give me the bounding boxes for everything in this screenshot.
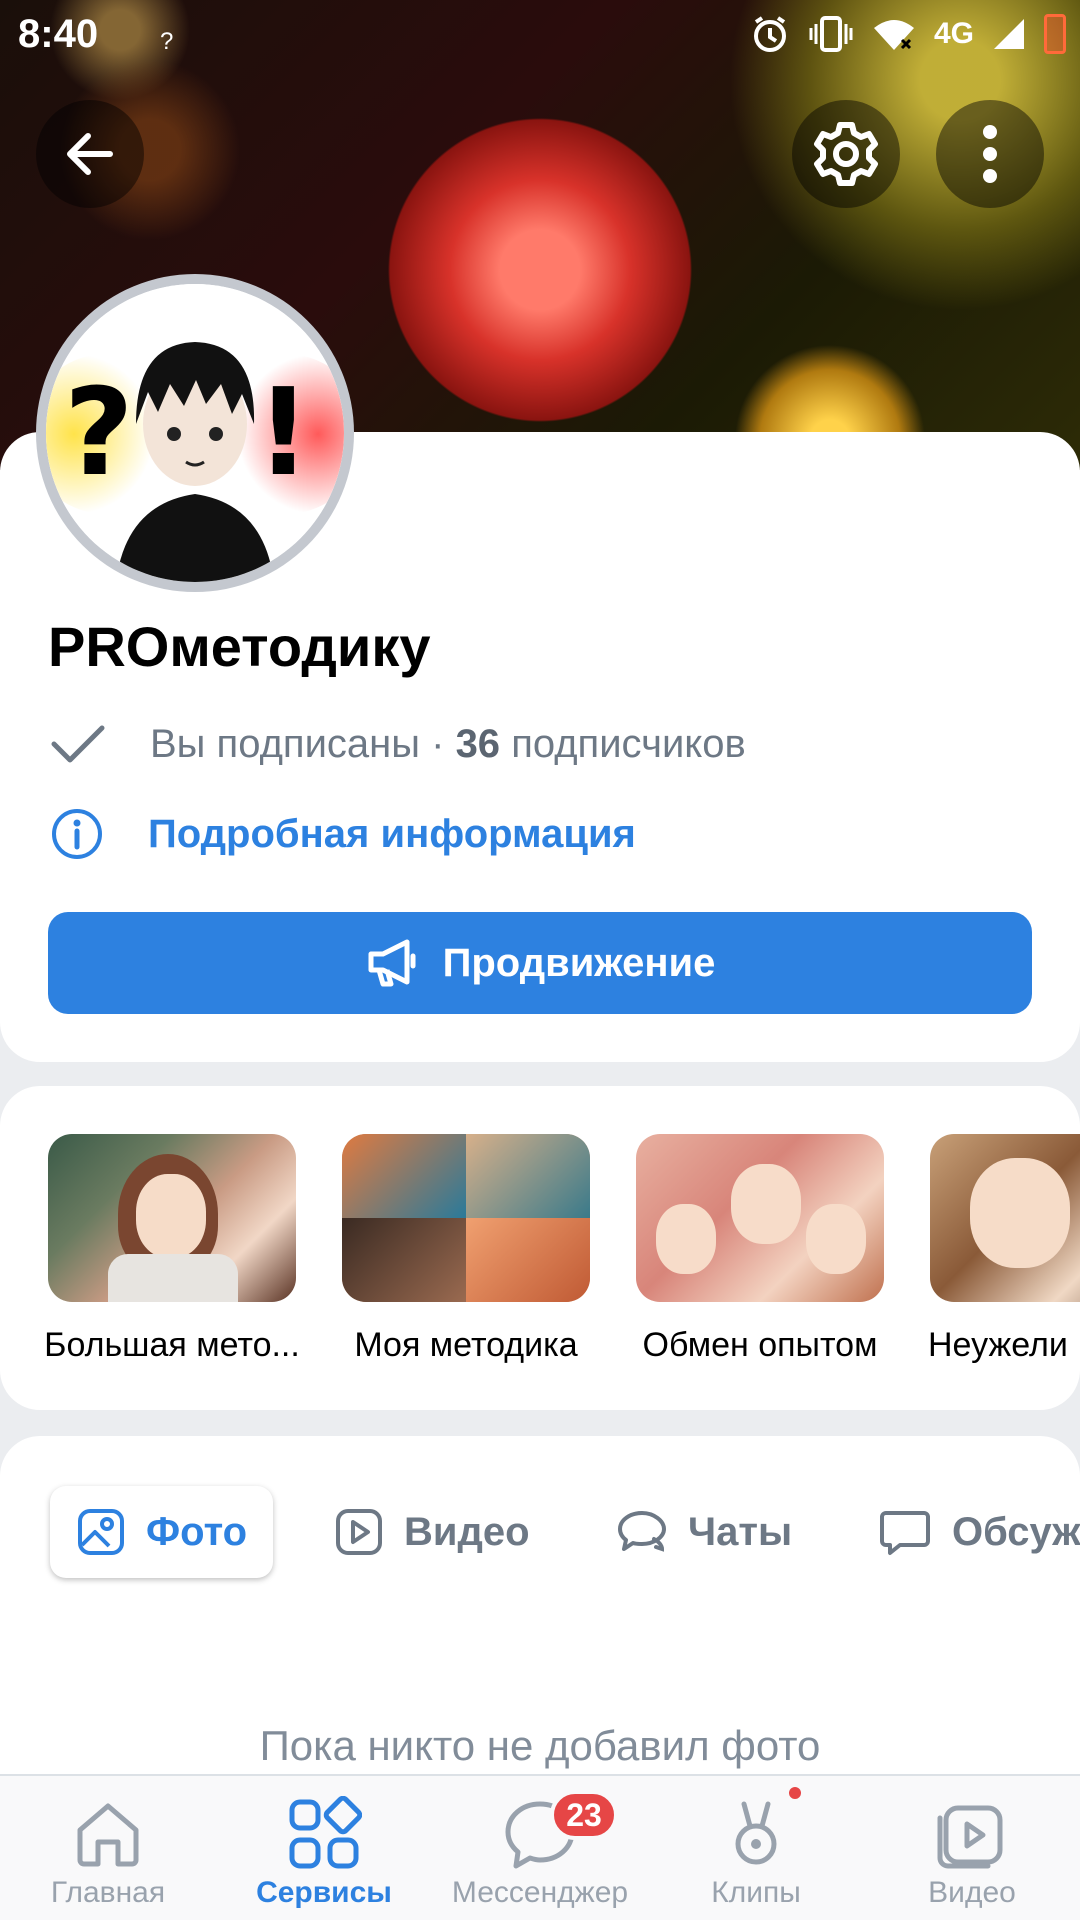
- arrow-left-icon: [67, 133, 113, 175]
- clips-icon: [735, 1801, 777, 1865]
- promotion-button[interactable]: Продвижение: [48, 912, 1032, 1014]
- status-time: 8:40: [18, 12, 99, 56]
- home-icon: [77, 1803, 139, 1867]
- alarm-icon: [753, 16, 786, 52]
- svg-text:!: !: [256, 364, 311, 503]
- tab-photo[interactable]: Фото: [50, 1486, 274, 1578]
- nav-video[interactable]: Видео: [864, 1776, 1080, 1920]
- album-item[interactable]: Неужели: [928, 1134, 1080, 1365]
- album-item[interactable]: Моя методика: [342, 1134, 590, 1365]
- info-link[interactable]: Подробная информация: [50, 804, 636, 864]
- album-label: Обмен опытом: [642, 1326, 878, 1364]
- album-thumbnail: [930, 1134, 1080, 1302]
- signal-icon: [994, 19, 1024, 49]
- vibrate-icon: [809, 16, 853, 52]
- gear-icon: [814, 122, 878, 186]
- empty-state-text: Пока никто не добавил фото: [259, 1722, 821, 1769]
- subscribed-text: Вы подписаны ·: [150, 721, 445, 766]
- back-button[interactable]: [36, 100, 144, 208]
- battery-icon: [1044, 14, 1066, 54]
- info-link-label: Подробная информация: [148, 811, 636, 856]
- nav-video-label: Видео: [928, 1876, 1016, 1909]
- nav-home[interactable]: Главная: [0, 1776, 216, 1920]
- video-icon: [937, 1805, 1003, 1869]
- album-label: Неужели: [928, 1326, 1068, 1364]
- album-thumbnail: [636, 1134, 884, 1302]
- promotion-button-label: Продвижение: [442, 940, 716, 985]
- group-name: PROметодику: [48, 615, 431, 678]
- avatar-image: ? !: [46, 284, 344, 582]
- settings-button[interactable]: [792, 100, 900, 208]
- nav-clips-label: Клипы: [711, 1876, 801, 1909]
- status-icons: 4G: [750, 14, 1066, 54]
- nav-home-label: Главная: [50, 1876, 166, 1909]
- chats-icon: [618, 1511, 666, 1552]
- album-item[interactable]: Обмен опытом: [636, 1134, 884, 1365]
- tab-discussions[interactable]: Обсуж: [878, 1486, 1080, 1578]
- more-vertical-icon: [983, 125, 997, 183]
- tab-video[interactable]: Видео: [334, 1486, 530, 1578]
- subscription-status[interactable]: Вы подписаны · 36 подписчиков: [50, 716, 746, 772]
- bottom-navigation: Главная Сервисы Мессенджер Клипы Видео 2…: [0, 1774, 1080, 1920]
- services-icon: [289, 1796, 362, 1869]
- messenger-unread-badge: 23: [550, 1790, 618, 1840]
- tab-video-label: Видео: [404, 1509, 530, 1554]
- info-icon: [52, 809, 102, 859]
- tab-photo-label: Фото: [146, 1509, 248, 1554]
- subscribers-word: подписчиков: [511, 721, 746, 766]
- album-thumbnail: [48, 1134, 296, 1302]
- album-label: Моя методика: [354, 1326, 578, 1364]
- tab-chats[interactable]: Чаты: [612, 1486, 792, 1578]
- subscribers-count: 36: [455, 721, 501, 766]
- album-item[interactable]: Большая мето...: [44, 1134, 300, 1365]
- status-bar: 8:40 ? 4G: [0, 0, 1080, 78]
- svg-text:?: ?: [64, 364, 134, 503]
- check-icon: [51, 725, 105, 763]
- more-button[interactable]: [936, 100, 1044, 208]
- play-icon: [336, 1509, 382, 1555]
- image-icon: [78, 1509, 124, 1555]
- nav-messenger-label: Мессенджер: [451, 1876, 629, 1909]
- nav-clips[interactable]: Клипы: [648, 1776, 864, 1920]
- nav-services[interactable]: Сервисы: [216, 1776, 432, 1920]
- nav-services-label: Сервисы: [256, 1876, 392, 1909]
- wifi-icon: [873, 20, 914, 50]
- album-thumbnail: [342, 1134, 590, 1302]
- album-label: Большая мето...: [44, 1326, 300, 1364]
- tab-chats-label: Чаты: [688, 1509, 793, 1554]
- avatar[interactable]: ? !: [36, 274, 354, 592]
- network-label: 4G: [933, 17, 974, 50]
- clips-notification-dot: [786, 1784, 804, 1802]
- notification-icon: ?: [160, 28, 174, 55]
- tab-discussions-label: Обсуж: [952, 1509, 1080, 1554]
- comment-icon: [880, 1511, 930, 1555]
- albums-carousel: Большая мето... Моя методика Обмен опыто…: [0, 1086, 1080, 1410]
- nav-messenger[interactable]: Мессенджер: [432, 1776, 648, 1920]
- megaphone-icon: [368, 939, 416, 987]
